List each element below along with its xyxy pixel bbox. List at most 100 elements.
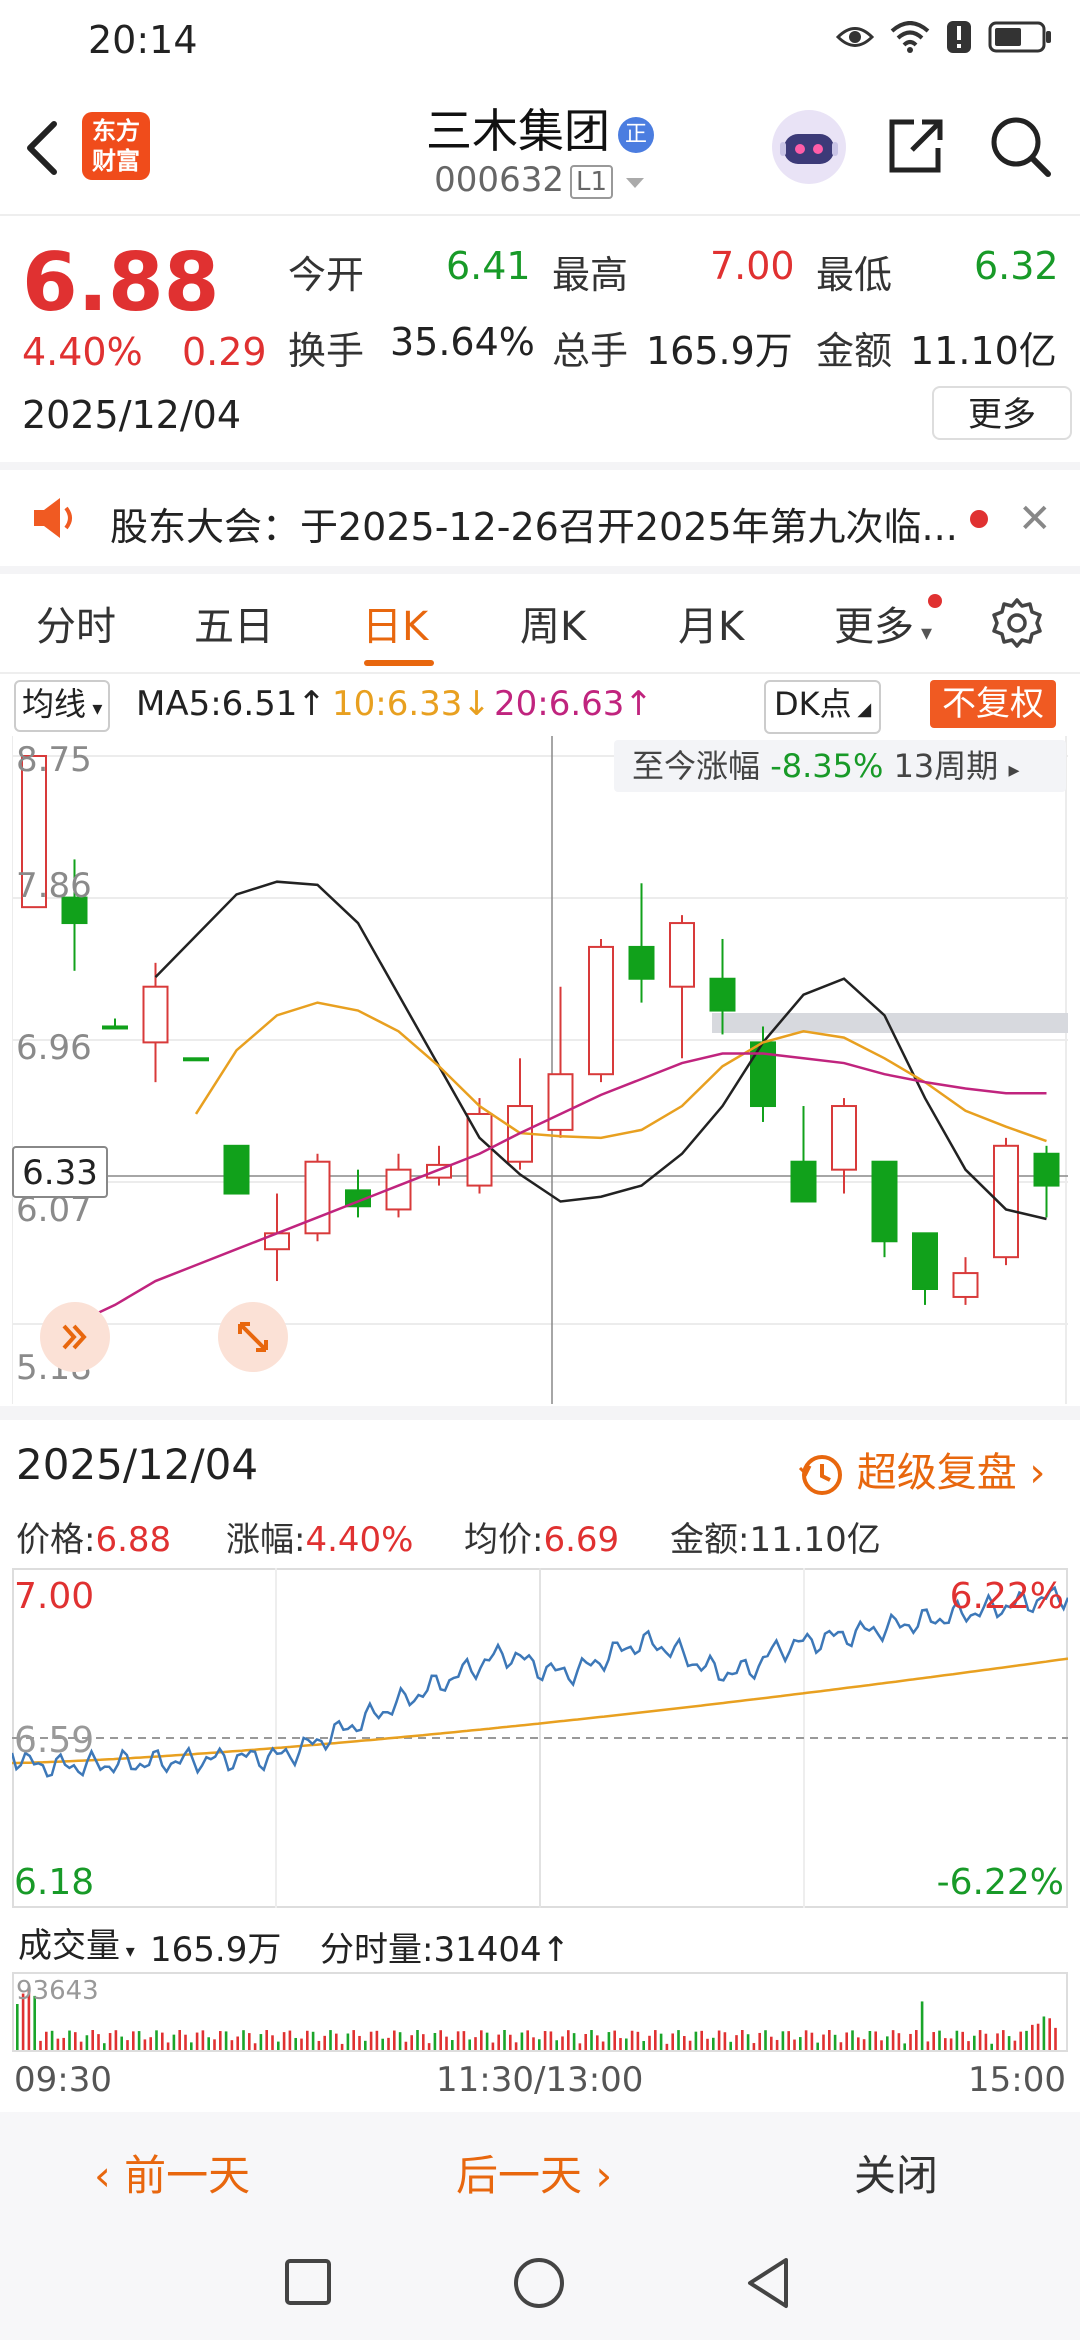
ma-selector[interactable]: 均线 ▾: [14, 680, 111, 732]
volume-label: 总手: [552, 329, 629, 373]
volume-bar: [926, 2041, 930, 2050]
recent-apps-icon[interactable]: [284, 2258, 332, 2306]
back-nav-icon[interactable]: [744, 2256, 792, 2310]
candle-body: [750, 1041, 776, 1108]
volume-bar: [62, 2037, 65, 2050]
volume-bar: [787, 2031, 790, 2050]
volume-bar: [822, 2034, 825, 2050]
system-navbar: [0, 2222, 1080, 2340]
tab-wuri[interactable]: 五日: [194, 594, 274, 652]
volume-bar: [468, 2039, 471, 2050]
intraday-ytop: 7.00: [14, 1576, 95, 1617]
volume-bar: [242, 2030, 245, 2050]
replay-button[interactable]: 超级复盘 ›: [798, 1440, 1045, 1498]
volume-total: 165.9万: [150, 1930, 282, 1970]
next-day-button[interactable]: 后一天 ›: [456, 2142, 612, 2203]
status-icons: [836, 20, 1052, 54]
home-icon[interactable]: [512, 2256, 566, 2310]
kline-gridlines: [12, 736, 1068, 1404]
volume-selector[interactable]: 成交量 ▾: [14, 1918, 139, 1967]
more-button[interactable]: 更多: [932, 386, 1072, 440]
announcement-text[interactable]: 股东大会：于2025-12-26召开2025年第九次临...: [110, 496, 958, 551]
high-label: 最高: [552, 253, 629, 297]
time-label-mid: 11:30/13:00: [436, 2060, 644, 2100]
volume-bar: [944, 2038, 947, 2050]
tab-more[interactable]: 更多 ▾: [834, 594, 932, 652]
tab-yuek[interactable]: 月K: [678, 594, 744, 652]
period-change-box[interactable]: 至今涨幅 -8.35% 13周期 ▸: [614, 740, 1066, 792]
fullscreen-button[interactable]: [218, 1302, 288, 1372]
volume-bar: [143, 2039, 147, 2050]
volume-bar: [16, 2004, 19, 2050]
volume-bar: [1048, 2018, 1051, 2050]
adjust-button[interactable]: 不复权: [930, 680, 1056, 728]
intraday-chart[interactable]: [12, 1568, 1068, 1908]
volume-bar: [224, 2031, 228, 2050]
volume-bar: [79, 2041, 83, 2050]
volume-bar: [891, 2030, 895, 2050]
close-icon[interactable]: ✕: [1018, 496, 1052, 542]
volume-bar: [601, 2041, 605, 2050]
volume-bar: [282, 2032, 286, 2050]
search-icon[interactable]: [988, 114, 1052, 178]
expand-icon: [238, 1322, 268, 1352]
volume-bar: [868, 2030, 872, 2050]
close-button[interactable]: 关闭: [854, 2142, 938, 2203]
tab-zhouk[interactable]: 周K: [520, 594, 586, 652]
volume-bar: [85, 2035, 89, 2050]
volume-bar: [184, 2034, 187, 2050]
candle-body: [871, 1160, 898, 1243]
high-value: 7.00: [710, 244, 795, 288]
prev-day-label: 前一天: [124, 2151, 251, 2200]
volume-bar: [137, 2031, 141, 2050]
candle-body: [304, 1160, 331, 1235]
volume-bar: [497, 2034, 500, 2050]
volume-bar: [74, 2032, 77, 2050]
volume-value: 165.9万: [646, 329, 793, 373]
active-tab-indicator: [364, 660, 434, 666]
volume-bar: [857, 2037, 860, 2050]
volume-bar: [329, 2030, 332, 2050]
volume-bar: [50, 2030, 54, 2050]
volume-bar: [1054, 2027, 1057, 2050]
crosshair-price-tag: 6.33: [12, 1146, 108, 1198]
volume-bar: [166, 2042, 170, 2050]
volume-bar: [630, 2030, 634, 2050]
share-icon[interactable]: [884, 116, 946, 178]
volume-bar: [932, 2032, 935, 2050]
volume-bar: [613, 2030, 616, 2050]
volume-bar: [462, 2031, 466, 2050]
amount-value: 11.10亿: [910, 329, 1057, 373]
scroll-left-button[interactable]: [40, 1302, 110, 1372]
prev-day-button[interactable]: ‹ 前一天: [94, 2142, 250, 2203]
volume-bar: [607, 2032, 611, 2050]
volume-bar: [700, 2030, 703, 2050]
volume-bar: [306, 2030, 309, 2050]
volume-bar: [781, 2031, 785, 2050]
candle-body: [831, 1105, 857, 1171]
intraday-pct-top: 6.22%: [949, 1576, 1064, 1617]
next-day-label: 后一天: [456, 2151, 583, 2200]
time-label-close: 15:00: [968, 2060, 1066, 2100]
volume-bar: [851, 2030, 854, 2050]
candle-body: [223, 1144, 250, 1195]
volume-bar: [967, 2041, 970, 2050]
volume-bar: [97, 2034, 100, 2050]
volume-bar: [828, 2030, 831, 2050]
volume-bar: [735, 2035, 738, 2050]
kline-chart[interactable]: [12, 736, 1068, 1404]
volume-bar: [201, 2030, 205, 2050]
period-change-label: 至今涨幅: [632, 747, 761, 785]
candle-body: [588, 945, 614, 1076]
tab-rik[interactable]: 日K: [362, 594, 428, 652]
volume-bar: [195, 2032, 199, 2050]
dk-selector[interactable]: DK点 ◢: [764, 680, 882, 734]
turnover-value: 35.64%: [390, 320, 535, 364]
tab-fenshi[interactable]: 分时: [36, 594, 116, 652]
volume-bar: [172, 2034, 176, 2050]
volume-bar: [590, 2030, 593, 2050]
assistant-avatar[interactable]: [772, 110, 846, 184]
volume-bar: [456, 2031, 460, 2050]
volume-bar: [277, 2041, 280, 2050]
gear-icon[interactable]: [990, 596, 1044, 650]
